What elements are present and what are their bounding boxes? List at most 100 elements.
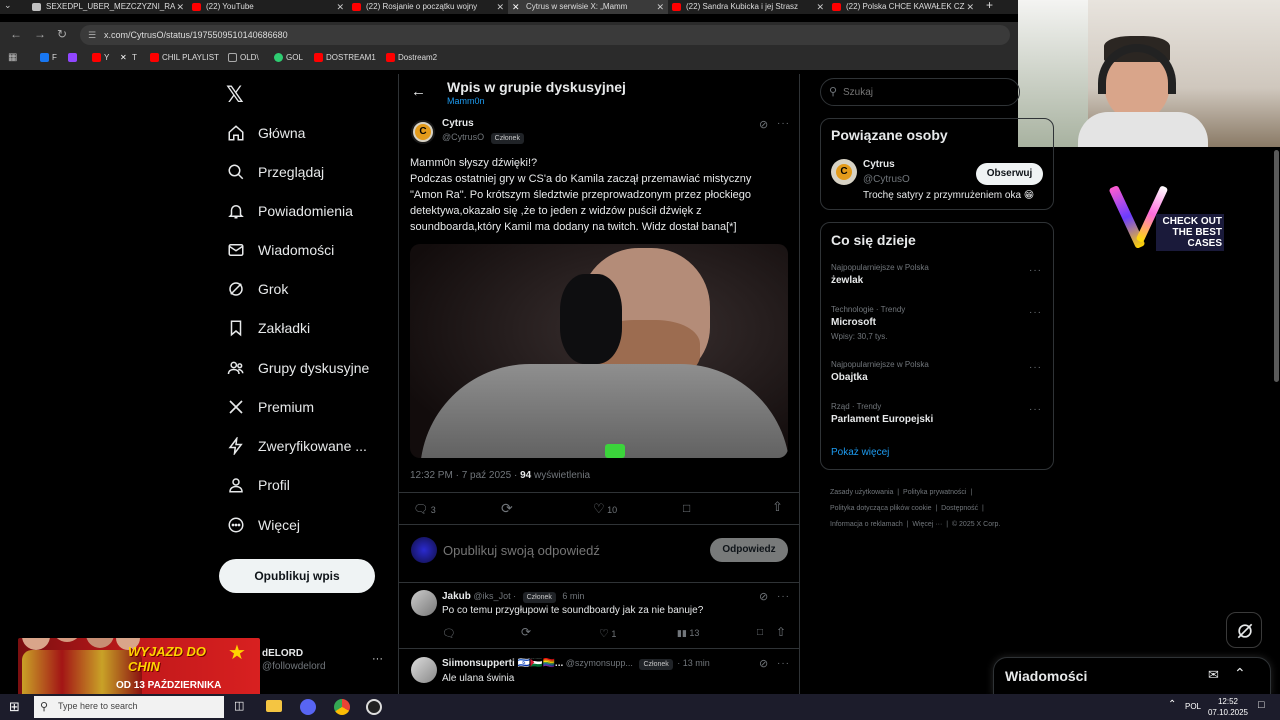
trend-item[interactable]: Technologie · Trendy Microsoft Wpisy: 30…	[831, 305, 1041, 341]
grok-floating-button[interactable]	[1226, 612, 1262, 648]
bookmark-item[interactable]: Y	[92, 53, 109, 62]
browser-tab[interactable]: (22) YouTube ✕	[188, 0, 348, 14]
follow-button[interactable]: Obserwuj	[976, 163, 1043, 185]
tab-close-icon[interactable]: ✕	[336, 0, 344, 14]
discord-app-icon[interactable]	[300, 699, 316, 715]
back-arrow-icon[interactable]: ←	[10, 27, 22, 41]
related-name[interactable]: Cytrus	[863, 159, 895, 170]
language-indicator[interactable]: POL	[1185, 702, 1201, 711]
nav-grok[interactable]: Grok	[227, 275, 288, 303]
chrome-app-icon[interactable]	[334, 699, 350, 715]
tab-list-chevron-icon[interactable]: ⌄	[4, 0, 12, 11]
nav-premium[interactable]: Premium	[227, 393, 314, 421]
windows-start-icon[interactable]: ⊞	[9, 699, 20, 715]
bookmark-item[interactable]: DOSTREAM1	[314, 53, 376, 62]
more-dots-icon[interactable]: ···	[372, 653, 383, 665]
tab-close-icon[interactable]: ✕	[966, 0, 974, 14]
grok-icon[interactable]: ⊘	[759, 657, 768, 670]
taskbar-search[interactable]: ⚲ Type here to search	[34, 696, 224, 718]
reply-button[interactable]: Odpowiedz	[710, 538, 788, 562]
reply-action[interactable]: 🗨 3	[413, 502, 436, 516]
nav-notifications[interactable]: Powiadomienia	[227, 197, 353, 225]
trend-item[interactable]: Rząd · Trendy Parlament Europejski	[831, 402, 1041, 425]
search-input[interactable]	[843, 83, 1003, 101]
obs-app-icon[interactable]	[366, 699, 382, 715]
share-icon[interactable]: ⇧	[776, 625, 786, 639]
nav-explore[interactable]: Przeglądaj	[227, 158, 324, 186]
reply-avatar[interactable]	[411, 657, 437, 683]
bookmark-item[interactable]: CHIL PLAYLIST	[150, 53, 219, 62]
nav-messages[interactable]: Wiadomości	[227, 236, 334, 264]
browser-tab[interactable]: (22) Rosjanie o początku wojny ✕	[348, 0, 508, 14]
post-time[interactable]: 12:32 PM · 7 paź 2025 ·	[410, 470, 517, 481]
task-view-icon[interactable]: ◫	[234, 699, 244, 712]
repost-icon[interactable]: ⟳	[521, 625, 531, 639]
reply-handle[interactable]: @iks_Jot ·	[473, 591, 516, 601]
footer-link[interactable]: Polityka prywatności	[903, 489, 966, 496]
file-explorer-icon[interactable]	[266, 700, 282, 712]
trend-more-icon[interactable]: ···	[1029, 307, 1042, 318]
bookmark-icon[interactable]: □	[683, 501, 690, 515]
taskbar-clock[interactable]: 12:52 07.10.2025	[1206, 696, 1250, 718]
show-more-link[interactable]: Pokaż więcej	[831, 447, 889, 458]
my-avatar[interactable]	[411, 537, 437, 563]
footer-link[interactable]: Więcej ···	[912, 521, 942, 528]
back-arrow-icon[interactable]: ←	[411, 83, 426, 100]
browser-tab[interactable]: (22) Polska CHCE KAWAŁEK CZ ✕	[828, 0, 978, 14]
post-video[interactable]	[410, 244, 788, 458]
nav-home[interactable]: Główna	[227, 119, 305, 147]
forward-arrow-icon[interactable]: →	[34, 27, 46, 41]
author-name[interactable]: Cytrus	[442, 118, 474, 129]
browser-tab[interactable]: (22) Sandra Kubicka i jej Strasz ✕	[668, 0, 828, 14]
trend-more-icon[interactable]: ···	[1029, 404, 1042, 415]
search-box[interactable]: ⚲	[820, 78, 1020, 106]
grok-icon[interactable]: ⊘	[759, 118, 768, 131]
share-icon[interactable]: ⇧	[772, 499, 783, 515]
bookmark-item[interactable]: F	[40, 53, 57, 62]
messages-drawer[interactable]: Wiadomości ✉ ⌃	[993, 657, 1271, 695]
reply-more-icon[interactable]: ···	[777, 658, 790, 669]
footer-link[interactable]: Informacja o reklamach	[830, 521, 903, 528]
like-action[interactable]: ♡ 1	[599, 627, 616, 640]
address-bar[interactable]: ☰ x.com/CytrusO/status/19755095101406866…	[80, 25, 1010, 45]
apps-grid-icon[interactable]: ▦	[8, 52, 17, 63]
nav-verified-orgs[interactable]: Zweryfikowane ...	[227, 432, 367, 460]
like-action[interactable]: ♡ 10	[593, 501, 617, 517]
bookmark-icon[interactable]: □	[757, 627, 763, 638]
footer-link[interactable]: Polityka dotycząca plików cookie	[830, 505, 932, 512]
browser-tab-active[interactable]: ✕ Cytrus w serwisie X: „Mamm ✕	[508, 0, 668, 14]
post-more-icon[interactable]: ···	[777, 118, 790, 129]
bookmark-item[interactable]: Dostream2	[386, 53, 437, 62]
reply-time[interactable]: 6 min	[562, 591, 584, 601]
grok-icon[interactable]: ⊘	[759, 590, 768, 603]
trend-item[interactable]: Najpopularniejsze w Polska Obajtka	[831, 360, 1041, 383]
trend-more-icon[interactable]: ···	[1029, 265, 1042, 276]
author-handle[interactable]: @CytrusO	[442, 132, 484, 142]
reply-more-icon[interactable]: ···	[777, 591, 790, 602]
tab-close-icon[interactable]: ✕	[656, 0, 664, 14]
system-tray-chevron-icon[interactable]: ⌃	[1168, 699, 1176, 710]
new-tab-plus-icon[interactable]: +	[986, 0, 993, 12]
page-scrollbar-thumb[interactable]	[1274, 150, 1279, 382]
expand-chevron-icon[interactable]: ⌃	[1234, 665, 1246, 682]
tab-close-icon[interactable]: ✕	[496, 0, 504, 14]
notification-icon[interactable]: □	[1258, 699, 1265, 711]
related-handle[interactable]: @CytrusO	[863, 174, 910, 185]
nav-communities[interactable]: Grupy dyskusyjne	[227, 354, 369, 382]
trend-item[interactable]: Najpopularniejsze w Polska żewlak	[831, 263, 1041, 286]
footer-link[interactable]: Zasady użytkowania	[830, 489, 893, 496]
community-name[interactable]: Mamm0n	[447, 96, 485, 106]
reply-avatar[interactable]	[411, 590, 437, 616]
tab-close-icon[interactable]: ✕	[176, 0, 184, 14]
reply-handle[interactable]: @szymonsupp...	[566, 658, 633, 668]
account-switcher[interactable]: dELORD @followdelord ···	[262, 648, 392, 680]
reply-time[interactable]: · 13 min	[677, 658, 710, 668]
views-action[interactable]: ▮▮ 13	[677, 628, 699, 639]
post-button[interactable]: Opublikuj wpis	[219, 559, 375, 593]
reply-author[interactable]: Jakub	[442, 591, 471, 602]
new-message-icon[interactable]: ✉	[1208, 667, 1219, 683]
browser-tab[interactable]: SEXEDPL_UBER_MEZCZYZNI_RA ✕	[28, 0, 188, 14]
nav-profile[interactable]: Profil	[227, 471, 290, 499]
reply-author[interactable]: Siimonsupperti 🇮🇱🇵🇸🏳️‍🌈...	[442, 658, 563, 669]
tab-close-icon[interactable]: ✕	[816, 0, 824, 14]
